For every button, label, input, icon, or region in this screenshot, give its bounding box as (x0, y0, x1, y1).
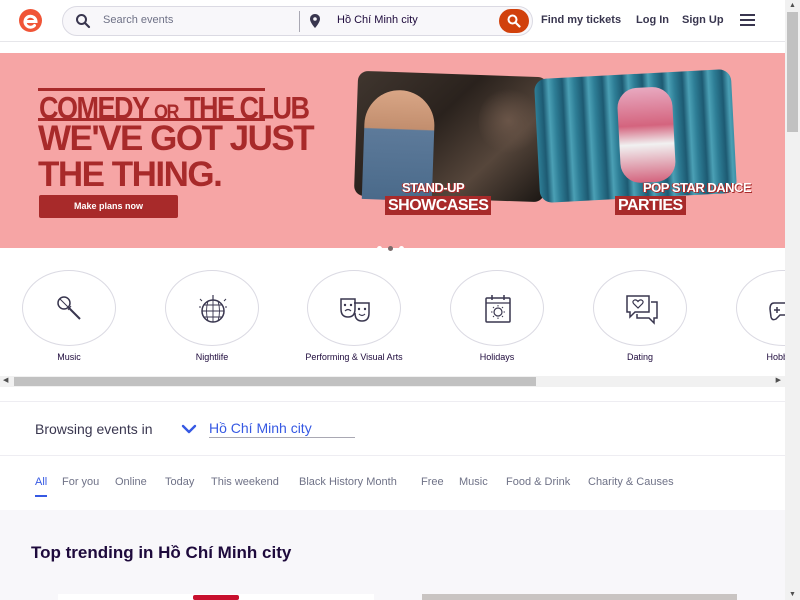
category-circle (593, 270, 687, 346)
event-card-logo (193, 595, 239, 600)
tab-today[interactable]: Today (165, 476, 194, 488)
theater-masks-icon (340, 298, 370, 322)
calendar-sun-icon (485, 295, 511, 323)
search-icon (76, 14, 91, 29)
tab-music[interactable]: Music (459, 476, 488, 488)
horizontal-scrollbar[interactable]: ◀ ▶ (0, 376, 785, 387)
category-dating[interactable]: Dating (590, 270, 690, 363)
tab-charity-causes[interactable]: Charity & Causes (588, 476, 674, 488)
category-performing-arts[interactable]: Performing & Visual Arts (304, 270, 404, 363)
top-header: Search events Hồ Chí Minh city Find my t… (0, 0, 785, 42)
eventbrite-logo-icon[interactable] (19, 9, 42, 32)
category-label: Performing & Visual Arts (305, 352, 403, 362)
trending-title: Top trending in Hồ Chí Minh city (31, 543, 292, 562)
category-label: Hobbies (766, 352, 785, 362)
gamepad-icon (769, 302, 785, 321)
location-input[interactable]: Hồ Chí Minh city (337, 14, 418, 26)
browse-city-select[interactable]: Hồ Chí Minh city (209, 420, 355, 438)
search-divider (299, 11, 300, 32)
category-hobbies[interactable]: Hobbies (733, 270, 785, 363)
tab-this-weekend[interactable]: This weekend (211, 476, 279, 488)
search-input[interactable]: Search events (103, 14, 173, 26)
category-circle (307, 270, 401, 346)
hero-tag-popstar: POP STAR DANCE (643, 180, 752, 195)
category-nightlife[interactable]: Nightlife (162, 270, 262, 363)
hero-tag-standup: STAND-UP (402, 180, 465, 195)
carousel-dot[interactable] (399, 246, 404, 251)
make-plans-button[interactable]: Make plans now (39, 195, 178, 218)
find-tickets-link[interactable]: Find my tickets (541, 14, 621, 26)
scroll-down-icon[interactable]: ▼ (789, 591, 796, 598)
chat-heart-icon (626, 295, 658, 325)
carousel-dots (377, 238, 410, 251)
hamburger-menu-icon[interactable] (740, 14, 755, 26)
hero-tag-showcases: SHOWCASES (385, 196, 492, 215)
category-circle (736, 270, 785, 346)
browse-label: Browsing events in (35, 421, 153, 437)
microphone-icon (57, 296, 81, 320)
tab-black-history-month[interactable]: Black History Month (299, 476, 397, 488)
tab-food-drink[interactable]: Food & Drink (506, 476, 570, 488)
search-submit-icon (507, 14, 521, 28)
category-circle (450, 270, 544, 346)
search-bar: Search events Hồ Chí Minh city (62, 6, 533, 36)
vertical-scrollbar[interactable]: ▲ ▼ (785, 0, 800, 600)
category-circle (165, 270, 259, 346)
dancer-figure (616, 86, 677, 184)
category-music[interactable]: Music (19, 270, 119, 363)
category-strip: Music Nightlife Performing & Visual Arts… (0, 262, 785, 376)
carousel-dot-active[interactable] (388, 246, 393, 251)
event-card[interactable] (58, 594, 374, 600)
tab-free[interactable]: Free (421, 476, 444, 488)
search-submit-button[interactable] (499, 9, 529, 33)
event-card[interactable] (422, 594, 737, 600)
tab-all[interactable]: All (35, 476, 48, 497)
section-divider (0, 455, 785, 456)
disco-ball-icon (199, 295, 227, 323)
category-circle (22, 270, 116, 346)
page: Search events Hồ Chí Minh city Find my t… (0, 0, 800, 600)
chevron-down-icon[interactable] (181, 424, 197, 434)
category-label: Nightlife (195, 352, 229, 362)
section-divider (0, 401, 785, 402)
login-link[interactable]: Log In (636, 14, 669, 26)
category-label: Dating (626, 352, 653, 362)
horizontal-scrollbar-thumb[interactable] (14, 377, 536, 386)
hero-title: WE'VE GOT JUST THE THING. (38, 119, 315, 194)
scroll-left-icon[interactable]: ◀ (3, 376, 8, 384)
scrollbar-thumb[interactable] (787, 12, 798, 132)
tab-online[interactable]: Online (115, 476, 147, 488)
scroll-up-icon[interactable]: ▲ (789, 2, 796, 9)
tab-for-you[interactable]: For you (62, 476, 99, 488)
hero-tag-parties: PARTIES (615, 196, 686, 215)
category-label: Music (57, 352, 81, 362)
category-holidays[interactable]: Holidays (447, 270, 547, 363)
location-pin-icon (310, 14, 320, 28)
carousel-dot[interactable] (377, 246, 382, 251)
scroll-right-icon[interactable]: ▶ (776, 376, 781, 384)
category-label: Holidays (479, 352, 515, 362)
signup-link[interactable]: Sign Up (682, 14, 724, 26)
